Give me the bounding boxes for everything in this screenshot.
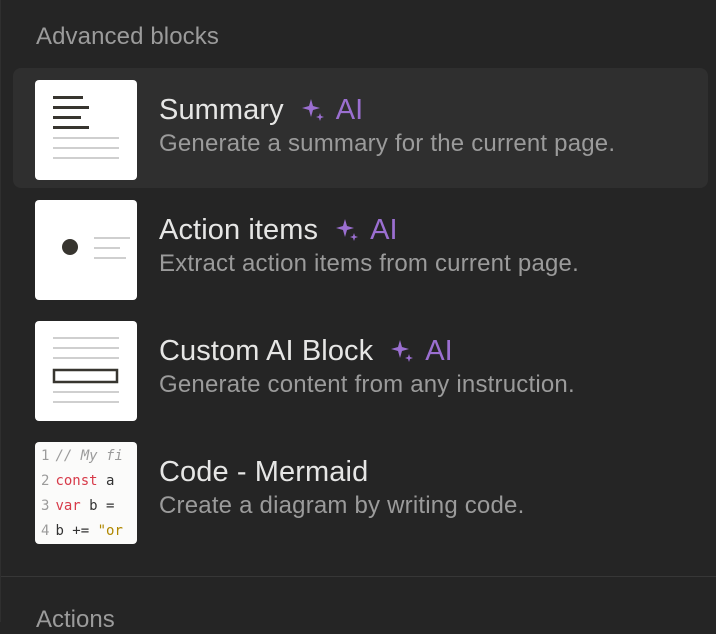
- ai-badge: AI: [334, 213, 398, 247]
- menu-item-action-items[interactable]: Action items AI Extract action items fro…: [13, 188, 708, 308]
- menu-item-custom-ai-block[interactable]: Custom AI Block AI Generate content from…: [13, 309, 708, 429]
- menu-item-description: Extract action items from current page.: [159, 250, 579, 277]
- menu-item-code-mermaid[interactable]: 1// My fi 2 const a 3 var b = 4b += "or Co…: [13, 430, 708, 550]
- menu-item-description: Generate content from any instruction.: [159, 371, 575, 398]
- summary-block-thumbnail: [35, 80, 137, 180]
- code-line: 3 var b =: [41, 498, 115, 514]
- ai-label: AI: [370, 213, 398, 246]
- section-header-advanced-blocks: Advanced blocks: [36, 23, 219, 50]
- sparkle-icon: [336, 219, 359, 241]
- ai-label: AI: [335, 93, 364, 126]
- menu-item-description: Generate a summary for the current page.: [159, 130, 616, 157]
- menu-item-title: Code - Mermaid: [159, 455, 369, 488]
- custom-ai-block-thumbnail: [35, 321, 137, 421]
- menu-item-title: Custom AI Block: [159, 334, 374, 367]
- ai-badge: AI: [300, 94, 363, 127]
- menu-item-title: Action items: [159, 213, 319, 246]
- code-line: 1// My fi: [41, 448, 123, 464]
- menu-item-summary[interactable]: Summary AI Generate a summary for the cu…: [13, 68, 708, 188]
- menu-item-title: Summary: [159, 93, 284, 126]
- sparkle-icon: [391, 340, 414, 362]
- sparkle-icon: [301, 99, 324, 121]
- action-items-thumbnail: [35, 200, 137, 300]
- code-mermaid-thumbnail: 1// My fi 2 const a 3 var b = 4b += "or: [35, 442, 137, 544]
- block-menu: Advanced blocks Summary AI Generate a su…: [0, 0, 716, 633]
- ai-label: AI: [425, 334, 453, 367]
- menu-item-description: Create a diagram by writing code.: [159, 492, 525, 519]
- ai-badge: AI: [389, 334, 453, 368]
- code-line: 4b += "or: [41, 523, 123, 539]
- code-line: 2 const a: [41, 473, 115, 489]
- section-divider: [1, 576, 716, 577]
- section-header-actions: Actions: [36, 606, 115, 633]
